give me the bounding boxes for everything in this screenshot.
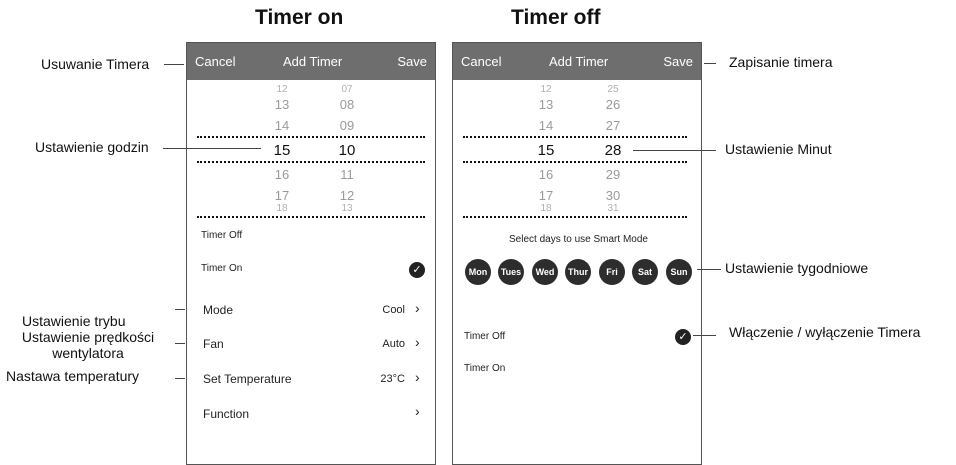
annotation-set-minutes: Ustawienie Minut xyxy=(725,141,832,157)
check-circle-icon[interactable]: ✓ xyxy=(409,262,425,278)
annotation-weekly: Ustawienie tygodniowe xyxy=(725,260,869,276)
day-mon[interactable]: Mon xyxy=(465,259,491,285)
hour-option[interactable]: 14 xyxy=(531,118,561,133)
chevron-right-icon[interactable]: › xyxy=(415,300,420,316)
annotation-line xyxy=(704,63,716,64)
annotation-remove-timer: Usuwanie Timera xyxy=(41,56,150,72)
annotation-set-hours: Ustawienie godzin xyxy=(35,139,149,155)
annotation-set-fan: Ustawienie prędkości wentylatora xyxy=(21,329,155,361)
hour-option[interactable]: 18 xyxy=(531,203,561,214)
hour-selected[interactable]: 15 xyxy=(267,142,297,159)
picker-divider xyxy=(463,136,687,138)
fan-value: Auto xyxy=(382,338,405,350)
annotation-line xyxy=(175,309,185,310)
fan-row-label[interactable]: Fan xyxy=(203,337,224,351)
day-tues[interactable]: Tues xyxy=(498,259,524,285)
hour-option[interactable]: 16 xyxy=(267,167,297,182)
day-sun[interactable]: Sun xyxy=(666,259,692,285)
timer-on-row[interactable]: Timer On xyxy=(201,263,242,274)
save-button[interactable]: Save xyxy=(397,54,427,69)
timer-off-row[interactable]: Timer Off xyxy=(201,230,242,241)
annotation-line xyxy=(163,148,261,149)
chevron-right-icon[interactable]: › xyxy=(415,334,420,350)
mode-value: Cool xyxy=(382,304,405,316)
minute-selected[interactable]: 28 xyxy=(598,142,628,159)
phone-timer-on: Cancel Add Timer Save 12 13 14 15 16 17 … xyxy=(186,42,436,465)
minute-option[interactable]: 27 xyxy=(598,118,628,133)
annotation-line xyxy=(633,150,716,151)
picker-divider xyxy=(197,216,425,218)
minute-option[interactable]: 31 xyxy=(598,203,628,214)
annotation-set-temperature: Nastawa temperatury xyxy=(6,368,140,384)
day-wed[interactable]: Wed xyxy=(532,259,558,285)
annotation-line xyxy=(175,343,185,344)
minute-selected[interactable]: 10 xyxy=(332,142,362,159)
days-caption: Select days to use Smart Mode xyxy=(509,234,648,245)
chevron-right-icon[interactable]: › xyxy=(415,403,420,419)
heading-timer-on: Timer on xyxy=(255,6,344,29)
heading-timer-off: Timer off xyxy=(511,6,601,29)
annotation-set-mode: Ustawienie trybu xyxy=(22,313,126,329)
set-temperature-row-label[interactable]: Set Temperature xyxy=(203,372,292,386)
topbar-title: Add Timer xyxy=(549,54,609,69)
picker-divider xyxy=(463,216,687,218)
hour-option[interactable]: 17 xyxy=(531,188,561,203)
picker-divider xyxy=(197,161,425,163)
annotation-toggle-timer: Włączenie / wyłączenie Timera xyxy=(729,324,921,340)
hour-option[interactable]: 16 xyxy=(531,167,561,182)
annotation-line xyxy=(175,378,185,379)
check-circle-icon[interactable]: ✓ xyxy=(675,329,691,345)
minute-option[interactable]: 11 xyxy=(332,167,362,182)
cancel-button[interactable]: Cancel xyxy=(461,54,501,69)
hour-option[interactable]: 12 xyxy=(267,84,297,95)
topbar: Cancel Add Timer Save xyxy=(187,43,435,80)
minute-option[interactable]: 08 xyxy=(332,97,362,112)
annotation-line xyxy=(697,269,721,270)
phone-timer-off: Cancel Add Timer Save 12 13 14 15 16 17 … xyxy=(452,42,702,465)
hour-option[interactable]: 14 xyxy=(267,118,297,133)
minute-option[interactable]: 12 xyxy=(332,188,362,203)
cancel-button[interactable]: Cancel xyxy=(195,54,235,69)
day-fri[interactable]: Fri xyxy=(599,259,625,285)
day-thur[interactable]: Thur xyxy=(565,259,591,285)
timer-on-row[interactable]: Timer On xyxy=(464,363,505,374)
annotation-save-timer: Zapisanie timera xyxy=(729,54,833,70)
mode-row-label[interactable]: Mode xyxy=(203,303,233,317)
timer-off-row[interactable]: Timer Off xyxy=(464,331,505,342)
annotation-line xyxy=(164,64,184,65)
topbar-title: Add Timer xyxy=(283,54,343,69)
hour-option[interactable]: 17 xyxy=(267,188,297,203)
topbar: Cancel Add Timer Save xyxy=(453,43,701,80)
picker-divider xyxy=(197,136,425,138)
picker-divider xyxy=(463,161,687,163)
hour-option[interactable]: 12 xyxy=(531,84,561,95)
hour-option[interactable]: 18 xyxy=(267,203,297,214)
minute-option[interactable]: 07 xyxy=(332,84,362,95)
hour-selected[interactable]: 15 xyxy=(531,142,561,159)
hour-option[interactable]: 13 xyxy=(531,97,561,112)
minute-option[interactable]: 13 xyxy=(332,203,362,214)
hour-option[interactable]: 13 xyxy=(267,97,297,112)
day-sat[interactable]: Sat xyxy=(632,259,658,285)
minute-option[interactable]: 26 xyxy=(598,97,628,112)
set-temperature-value: 23°C xyxy=(380,373,405,385)
chevron-right-icon[interactable]: › xyxy=(415,369,420,385)
annotation-line xyxy=(693,335,716,336)
minute-option[interactable]: 29 xyxy=(598,167,628,182)
function-row-label[interactable]: Function xyxy=(203,407,249,421)
minute-option[interactable]: 09 xyxy=(332,118,362,133)
minute-option[interactable]: 25 xyxy=(598,84,628,95)
minute-option[interactable]: 30 xyxy=(598,188,628,203)
save-button[interactable]: Save xyxy=(663,54,693,69)
